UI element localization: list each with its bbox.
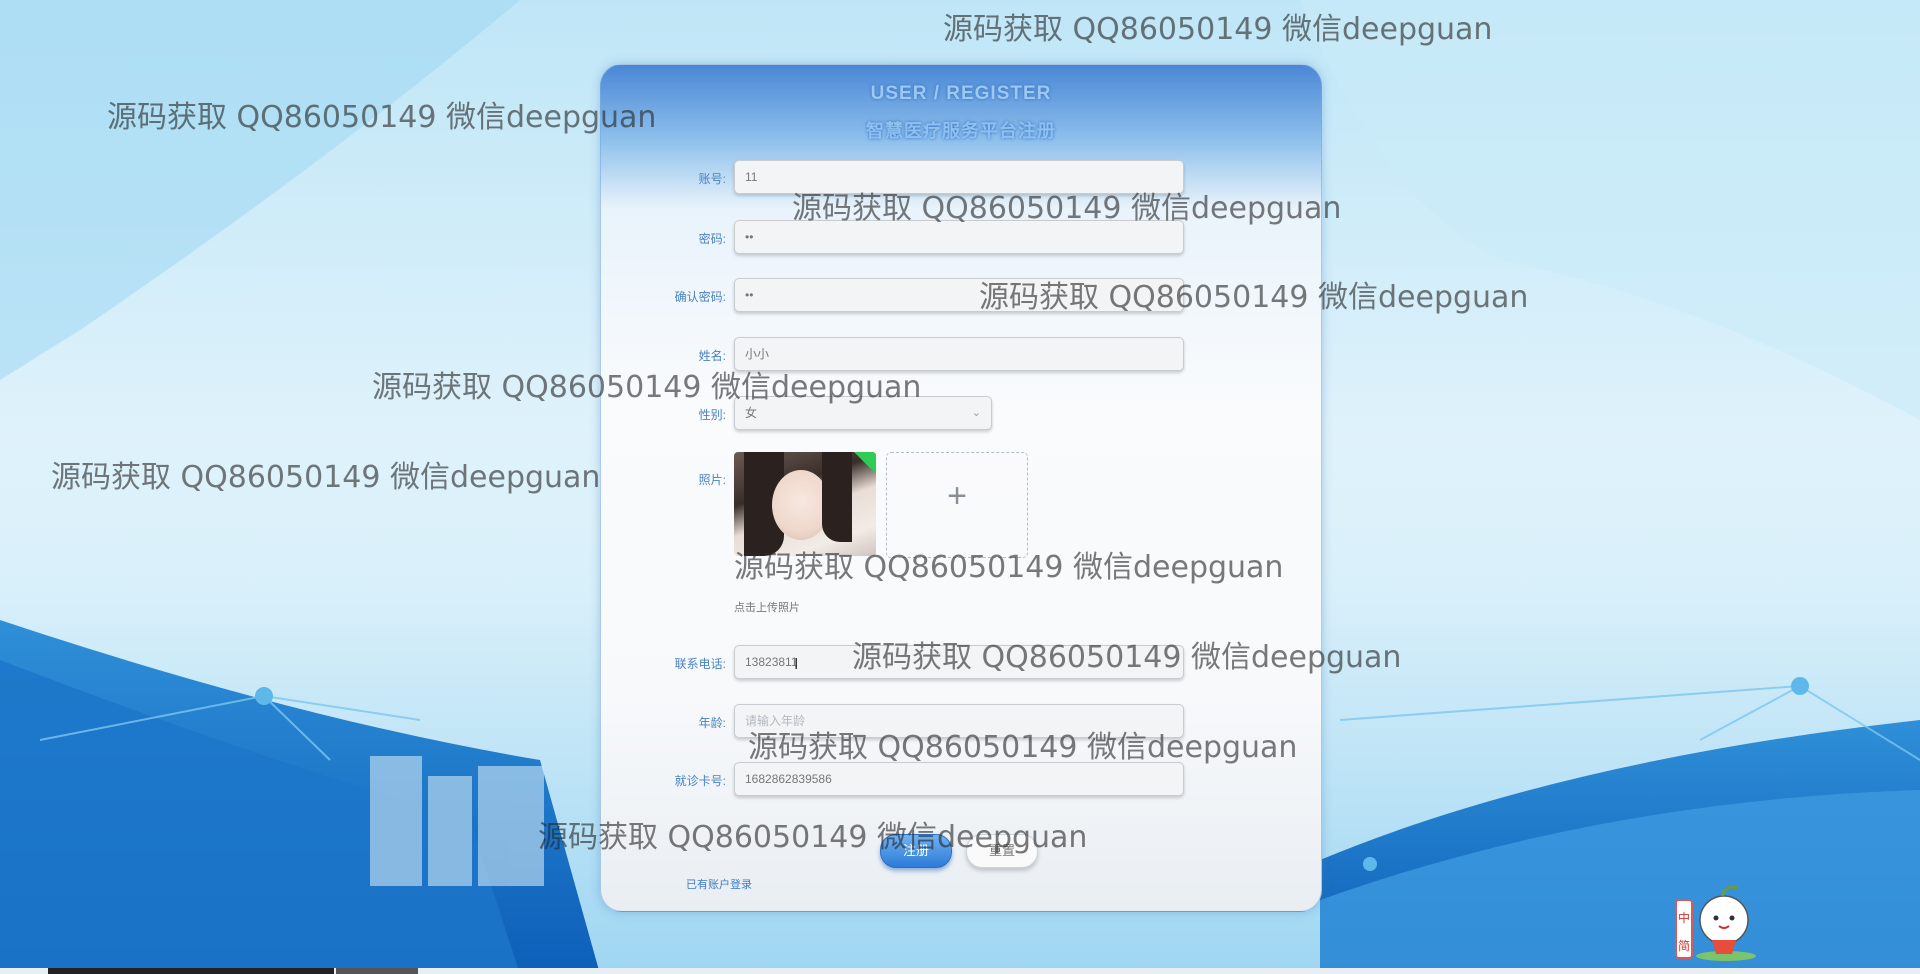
- taskbar-segment: [48, 968, 334, 974]
- watermark: 源码获取 QQ86050149 微信deepguan: [372, 370, 922, 405]
- card-title: 智慧医疗服务平台注册: [866, 121, 1056, 141]
- phone-label: 联系电话:: [674, 657, 726, 671]
- svg-text:中: 中: [1678, 910, 1690, 925]
- photo-label: 照片:: [698, 473, 726, 487]
- age-label: 年龄:: [698, 716, 726, 730]
- watermark: 源码获取 QQ86050149 微信deepguan: [943, 12, 1493, 47]
- confirm-password-label: 确认密码:: [674, 290, 726, 304]
- login-link[interactable]: 已有账户登录: [686, 876, 752, 892]
- gender-label: 性别:: [698, 408, 726, 422]
- watermark: 源码获取 QQ86050149 微信deepguan: [979, 280, 1529, 315]
- card-no-row: 就诊卡号: 1682862839586: [600, 762, 1320, 800]
- account-label: 账号:: [698, 172, 726, 186]
- watermark: 源码获取 QQ86050149 微信deepguan: [748, 730, 1298, 765]
- password-label: 密码:: [698, 232, 726, 246]
- upload-hint: 点击上传照片: [734, 602, 800, 614]
- mascot-icon[interactable]: 中 简: [1672, 874, 1762, 964]
- chevron-down-icon: ⌄: [971, 407, 981, 419]
- watermark: 源码获取 QQ86050149 微信deepguan: [51, 460, 601, 495]
- text-cursor-icon: I: [794, 656, 799, 673]
- watermark: 源码获取 QQ86050149 微信deepguan: [538, 820, 1088, 855]
- watermark: 源码获取 QQ86050149 微信deepguan: [107, 100, 657, 135]
- card-title-en: USER / REGISTER: [870, 83, 1052, 104]
- svg-text:简: 简: [1678, 939, 1690, 953]
- taskbar-segment: [336, 968, 418, 974]
- card-no-input[interactable]: 1682862839586: [734, 762, 1184, 796]
- watermark: 源码获取 QQ86050149 微信deepguan: [792, 191, 1342, 226]
- uploaded-photo[interactable]: [734, 452, 876, 556]
- watermark: 源码获取 QQ86050149 微信deepguan: [852, 640, 1402, 675]
- card-no-label: 就诊卡号:: [674, 774, 726, 788]
- plus-icon: +: [947, 477, 967, 515]
- watermark: 源码获取 QQ86050149 微信deepguan: [734, 550, 1284, 585]
- upload-success-corner-icon: [854, 452, 876, 474]
- bottom-taskbar-strip: [0, 968, 1920, 974]
- photo-hair-right: [822, 452, 852, 542]
- gender-value: 女: [745, 406, 758, 420]
